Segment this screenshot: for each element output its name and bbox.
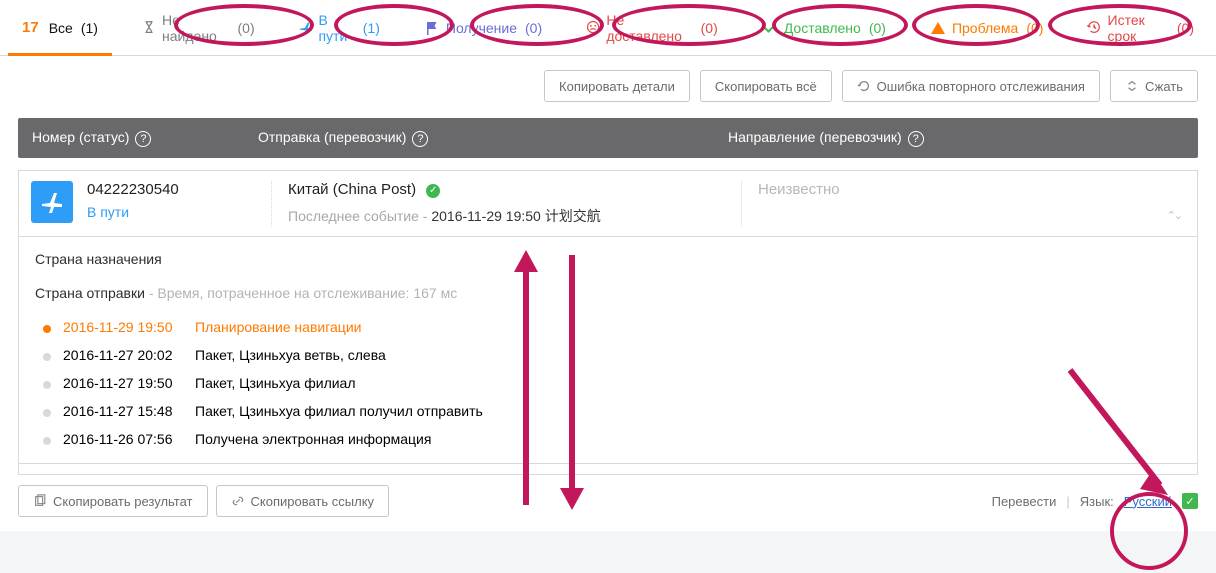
- tab-pickup[interactable]: Получение (0): [402, 0, 564, 55]
- origin-label: Страна отправки: [35, 285, 145, 301]
- collapse-icon: [1125, 79, 1139, 93]
- history-icon: [1087, 20, 1101, 36]
- last-event-label: Последнее событие -: [288, 208, 427, 224]
- check-icon: [762, 20, 778, 36]
- tracking-status: В пути: [87, 204, 271, 220]
- tab-count: (1): [363, 20, 380, 36]
- footer: Скопировать результат Скопировать ссылку…: [0, 475, 1216, 531]
- tab-alert[interactable]: Проблема (0): [908, 0, 1066, 55]
- tab-count: (0): [869, 20, 886, 36]
- tab-all[interactable]: 17 Все (1): [0, 0, 120, 55]
- event-datetime: 2016-11-27 15:48: [45, 403, 195, 419]
- event-datetime: 2016-11-26 07:56: [45, 431, 195, 447]
- col-direction-label: Направление (перевозчик): [728, 129, 902, 145]
- verified-icon: ✓: [426, 184, 440, 198]
- button-label: Копировать детали: [559, 79, 675, 94]
- tracking-row[interactable]: 04222230540 В пути Китай (China Post) ✓ …: [18, 170, 1198, 237]
- tab-label: Не доставлено: [606, 12, 692, 44]
- tab-count: (0): [701, 20, 718, 36]
- col-number-label: Номер (статус): [32, 129, 129, 145]
- button-label: Скопировать ссылку: [251, 494, 375, 509]
- help-icon[interactable]: ?: [412, 131, 428, 147]
- tab-count: (0): [1026, 20, 1043, 36]
- destination-country-label: Страна назначения: [35, 251, 1181, 267]
- language-label: Язык:: [1080, 494, 1114, 509]
- tab-count: (0): [525, 20, 542, 36]
- warning-icon: [930, 20, 946, 36]
- event-text: Пакет, Цзиньхуа филиал: [195, 375, 356, 391]
- language-check-icon: ✓: [1182, 493, 1198, 509]
- translate-link[interactable]: Перевести: [992, 494, 1057, 509]
- language-select[interactable]: Русский: [1124, 494, 1172, 509]
- event-text: Планирование навигации: [195, 319, 361, 335]
- last-event: Последнее событие - 2016-11-29 19:50 计划交…: [288, 206, 741, 226]
- tabs-bar: 17 Все (1) Не найдено (0) В пути (1) Пол…: [0, 0, 1216, 56]
- tab-delivered[interactable]: Доставлено (0): [740, 0, 908, 55]
- chevron-updown-icon[interactable]: ⌃⌄: [1167, 209, 1181, 222]
- tracking-number: 04222230540: [87, 181, 271, 198]
- tab-transit[interactable]: В пути (1): [277, 0, 402, 55]
- copy-icon: [33, 494, 47, 508]
- tab-label: В пути: [318, 12, 354, 44]
- tab-notfound[interactable]: Не найдено (0): [120, 0, 277, 55]
- tab-label: Проблема: [952, 20, 1018, 36]
- tab-label: Получение: [446, 20, 517, 36]
- event-item: 2016-11-29 19:50 Планирование навигации: [45, 313, 1181, 341]
- copy-result-button[interactable]: Скопировать результат: [18, 485, 208, 517]
- origin-country-label: Страна отправки - Время, потраченное на …: [35, 285, 1181, 301]
- status-badge-icon: [31, 181, 73, 223]
- event-text: Пакет, Цзиньхуа ветвь, слева: [195, 347, 386, 363]
- event-datetime: 2016-11-27 20:02: [45, 347, 195, 363]
- copy-link-button[interactable]: Скопировать ссылку: [216, 485, 390, 517]
- plane-icon: [299, 20, 313, 36]
- tab-count: (1): [81, 20, 98, 36]
- last-event-value: 2016-11-29 19:50 计划交航: [431, 208, 600, 224]
- carrier-name: Китай (China Post): [288, 181, 416, 198]
- column-header: Номер (статус)? Отправка (перевозчик)? Н…: [18, 118, 1198, 158]
- flag-icon: [424, 20, 440, 36]
- refresh-icon: [857, 79, 871, 93]
- copy-details-button[interactable]: Копировать детали: [544, 70, 690, 102]
- button-label: Ошибка повторного отслеживания: [877, 79, 1085, 94]
- tab-count: (0): [238, 20, 255, 36]
- hourglass-icon: [142, 20, 156, 36]
- tab-undelivered[interactable]: Не доставлено (0): [564, 0, 740, 55]
- carrier: Китай (China Post) ✓: [288, 181, 741, 198]
- help-icon[interactable]: ?: [908, 131, 924, 147]
- button-label: Скопировать всё: [715, 79, 817, 94]
- event-item: 2016-11-27 15:48 Пакет, Цзиньхуа филиал …: [45, 397, 1181, 425]
- button-label: Скопировать результат: [53, 494, 193, 509]
- tracking-time-hint: - Время, потраченное на отслеживание: 16…: [145, 285, 457, 301]
- tab-label: Не найдено: [162, 12, 229, 44]
- help-icon[interactable]: ?: [135, 131, 151, 147]
- event-text: Получена электронная информация: [195, 431, 431, 447]
- event-item: 2016-11-27 20:02 Пакет, Цзиньхуа ветвь, …: [45, 341, 1181, 369]
- event-datetime: 2016-11-29 19:50: [45, 319, 195, 335]
- event-item: 2016-11-27 19:50 Пакет, Цзиньхуа филиал: [45, 369, 1181, 397]
- col-shipping-label: Отправка (перевозчик): [258, 129, 406, 145]
- copy-all-button[interactable]: Скопировать всё: [700, 70, 832, 102]
- tab-label: Все: [49, 20, 73, 36]
- sad-icon: [586, 20, 600, 36]
- destination: Неизвестно: [758, 181, 840, 198]
- event-text: Пакет, Цзиньхуа филиал получил отправить: [195, 403, 483, 419]
- logo-17: 17: [22, 19, 39, 36]
- tab-expired[interactable]: Истек срок (0): [1065, 0, 1216, 55]
- toolbar: Копировать детали Скопировать всё Ошибка…: [0, 56, 1216, 102]
- tab-label: Истек срок: [1108, 12, 1169, 44]
- retry-error-button[interactable]: Ошибка повторного отслеживания: [842, 70, 1100, 102]
- tab-label: Доставлено: [784, 20, 861, 36]
- event-item: 2016-11-26 07:56 Получена электронная ин…: [45, 425, 1181, 453]
- link-icon: [231, 494, 245, 508]
- event-datetime: 2016-11-27 19:50: [45, 375, 195, 391]
- events-list: 2016-11-29 19:50 Планирование навигации …: [45, 313, 1181, 453]
- tracking-detail: Страна назначения Страна отправки - Врем…: [18, 237, 1198, 475]
- button-label: Сжать: [1145, 79, 1183, 94]
- tab-count: (0): [1177, 20, 1194, 36]
- collapse-button[interactable]: Сжать: [1110, 70, 1198, 102]
